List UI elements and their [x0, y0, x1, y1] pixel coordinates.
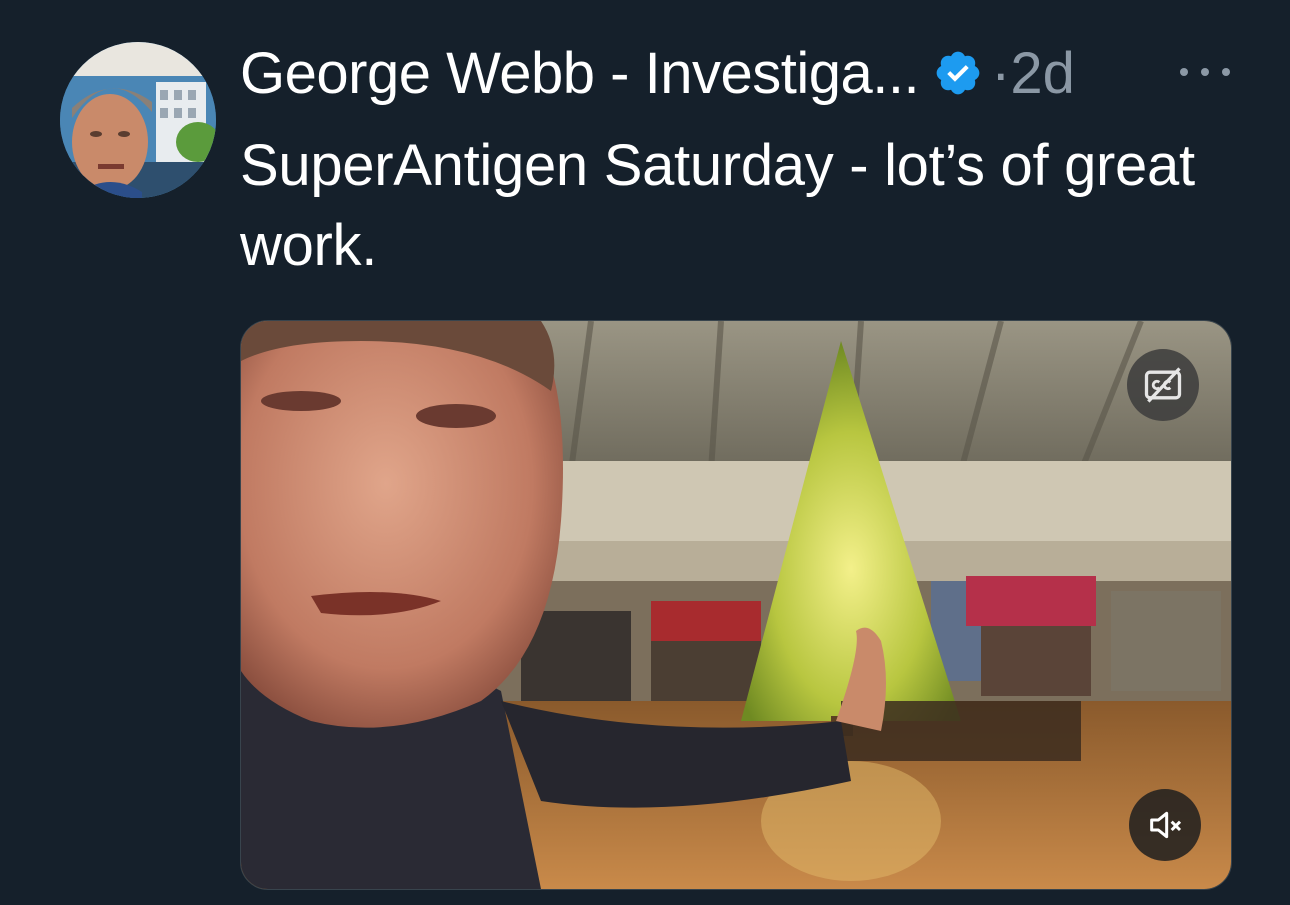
more-dot [1222, 68, 1230, 76]
verified-badge-icon [933, 48, 983, 98]
author-name[interactable]: George Webb - Investiga... [240, 40, 920, 107]
video-frame [241, 321, 1231, 889]
more-dot [1201, 68, 1209, 76]
more-dot [1180, 68, 1188, 76]
tweet-card[interactable]: George Webb - Investiga... · 2d SuperAnt… [0, 0, 1290, 905]
tweet-text: SuperAntigen Saturday - lot’s of great w… [240, 133, 1195, 278]
more-options-icon[interactable] [1180, 52, 1230, 92]
mute-button[interactable] [1129, 789, 1201, 861]
avatar-image [60, 42, 216, 198]
author-avatar[interactable] [60, 42, 216, 198]
header-separator: · [991, 40, 1011, 106]
muted-speaker-icon [1150, 811, 1182, 839]
tweet-timestamp[interactable]: 2d [1010, 40, 1075, 107]
tweet-header: George Webb - Investiga... · 2d [240, 38, 1075, 108]
captions-off-icon [1144, 367, 1182, 403]
video-player[interactable] [240, 320, 1232, 890]
captions-button[interactable] [1127, 349, 1199, 421]
